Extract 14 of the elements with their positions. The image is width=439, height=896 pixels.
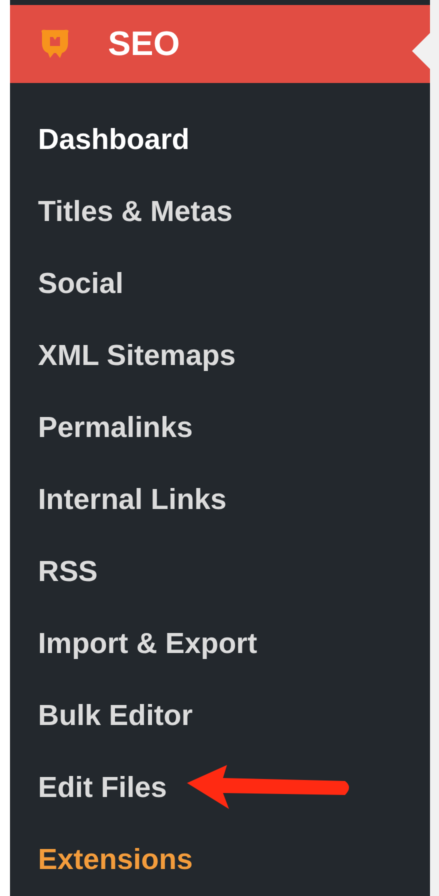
menu-item[interactable]: RSS <box>38 558 98 586</box>
menu-item[interactable]: Titles & Metas <box>38 198 232 226</box>
current-menu-pointer <box>412 33 430 69</box>
menu-item[interactable]: Social <box>38 270 124 298</box>
menu-item[interactable]: Bulk Editor <box>38 702 193 730</box>
menu-title: SEO <box>108 27 180 61</box>
menu-item[interactable]: Extensions <box>38 846 193 874</box>
menu-header[interactable]: SEO <box>10 5 430 83</box>
menu-item[interactable]: Permalinks <box>38 414 193 442</box>
menu-item[interactable]: XML Sitemaps <box>38 342 236 370</box>
menu-item[interactable]: Internal Links <box>38 486 227 514</box>
menu-item[interactable]: Import & Export <box>38 630 258 658</box>
menu-item[interactable]: Edit Files <box>38 774 167 802</box>
menu-item[interactable]: Dashboard <box>38 126 190 154</box>
